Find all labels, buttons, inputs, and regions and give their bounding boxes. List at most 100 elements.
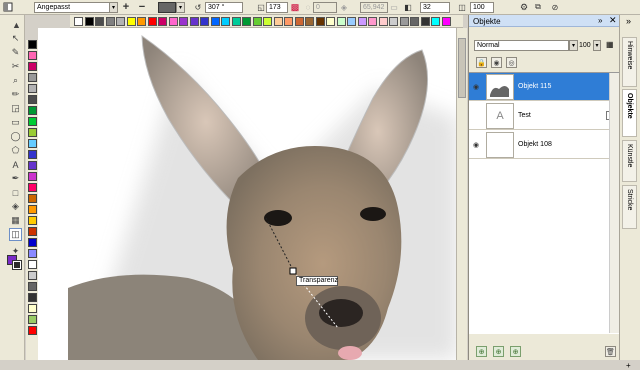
palette-swatch[interactable] bbox=[74, 17, 83, 26]
palette-swatch[interactable] bbox=[410, 17, 419, 26]
freehand-tool-icon[interactable]: ✏ bbox=[9, 88, 22, 101]
vpalette-swatch[interactable] bbox=[28, 293, 37, 302]
opacity-value[interactable]: 100 bbox=[579, 42, 591, 49]
tab-kuenstle[interactable]: Künstle bbox=[622, 140, 637, 182]
eye-icon[interactable]: ◉ bbox=[473, 83, 479, 91]
opacity-dropdown[interactable]: ▾ bbox=[593, 40, 601, 51]
edge-pad-field[interactable]: 173 bbox=[266, 2, 288, 13]
polygon-tool-icon[interactable]: ⬠ bbox=[9, 144, 22, 157]
vpalette-swatch[interactable] bbox=[28, 139, 37, 148]
tab-objekte[interactable]: Objekte bbox=[622, 89, 637, 137]
zoom-tool-icon[interactable]: ⌕ bbox=[9, 74, 22, 87]
opacity-field[interactable]: 100 bbox=[470, 2, 494, 13]
vpalette-swatch[interactable] bbox=[28, 304, 37, 313]
vpalette-swatch[interactable] bbox=[28, 249, 37, 258]
ellipse-tool-icon[interactable]: ◯ bbox=[9, 130, 22, 143]
palette-swatch[interactable] bbox=[95, 17, 104, 26]
vpalette-swatch[interactable] bbox=[28, 216, 37, 225]
layer-row[interactable]: ◉ Objekt 115 bbox=[469, 73, 620, 101]
vpalette-swatch[interactable] bbox=[28, 227, 37, 236]
vpalette-swatch[interactable] bbox=[28, 117, 37, 126]
mask-icon[interactable]: ◎ bbox=[506, 57, 517, 68]
color-dropdown[interactable]: ▾ bbox=[176, 2, 185, 13]
palette-swatch[interactable] bbox=[200, 17, 209, 26]
palette-swatch[interactable] bbox=[431, 17, 440, 26]
palette-swatch[interactable] bbox=[147, 17, 157, 26]
steps-field[interactable]: 32 bbox=[420, 2, 450, 13]
vpalette-swatch[interactable] bbox=[28, 150, 37, 159]
palette-swatch[interactable] bbox=[116, 17, 125, 26]
vpalette-swatch[interactable] bbox=[28, 40, 37, 49]
palette-swatch[interactable] bbox=[273, 17, 283, 26]
layer-row[interactable]: A Test bbox=[469, 102, 620, 130]
drawing-canvas[interactable]: Transparenz bbox=[38, 28, 456, 360]
clear-icon[interactable]: ⊘ bbox=[549, 1, 561, 13]
palette-swatch[interactable] bbox=[252, 17, 262, 26]
tab-stricke[interactable]: Stricke bbox=[622, 185, 637, 229]
preset-dropdown[interactable]: ▾ bbox=[109, 2, 118, 13]
palette-swatch[interactable] bbox=[378, 17, 388, 26]
palette-swatch[interactable] bbox=[158, 17, 167, 26]
vpalette-swatch[interactable] bbox=[28, 106, 37, 115]
preset-select[interactable]: Angepasst bbox=[34, 2, 110, 13]
transparency-tool-icon[interactable] bbox=[2, 1, 14, 13]
vpalette-swatch[interactable] bbox=[28, 172, 37, 181]
pick-tool-icon[interactable]: ↖ bbox=[9, 32, 22, 45]
scroll-thumb[interactable] bbox=[458, 38, 466, 98]
rectangle-tool-icon[interactable]: ▭ bbox=[9, 116, 22, 129]
transparency-tool-button[interactable]: ◫ bbox=[9, 228, 22, 241]
docker-expand-icon[interactable]: » bbox=[626, 16, 631, 26]
smart-fill-icon[interactable]: ◲ bbox=[9, 102, 22, 115]
layer-scrollbar[interactable] bbox=[609, 73, 619, 333]
layer-row[interactable]: ◉ Objekt 108 bbox=[469, 131, 620, 159]
palette-swatch[interactable] bbox=[420, 17, 430, 26]
palette-swatch[interactable] bbox=[189, 17, 199, 26]
blend-mode-dropdown[interactable]: ▾ bbox=[569, 40, 578, 51]
palette-swatch[interactable] bbox=[347, 17, 356, 26]
docker-add-icon[interactable]: + bbox=[626, 361, 631, 370]
lock-icon[interactable]: 🔒 bbox=[476, 57, 487, 68]
vpalette-swatch[interactable] bbox=[28, 271, 37, 280]
palette-swatch[interactable] bbox=[126, 17, 136, 26]
pink-swatch-icon[interactable]: ▩ bbox=[289, 1, 301, 13]
palette-swatch[interactable] bbox=[357, 17, 367, 26]
vpalette-swatch[interactable] bbox=[28, 161, 37, 170]
eyedropper-tool-icon[interactable]: ✒ bbox=[9, 172, 22, 185]
vpalette-swatch[interactable] bbox=[28, 205, 37, 214]
palette-swatch[interactable] bbox=[105, 17, 115, 26]
interactive-fill-icon[interactable]: ▦ bbox=[9, 214, 22, 227]
palette-swatch[interactable] bbox=[210, 17, 220, 26]
palette-swatch[interactable] bbox=[168, 17, 178, 26]
tab-hinweise[interactable]: Hinweise bbox=[622, 37, 637, 87]
remove-preset-button[interactable]: − bbox=[136, 1, 148, 13]
eye-icon[interactable]: ◉ bbox=[473, 141, 479, 149]
vpalette-swatch[interactable] bbox=[28, 51, 37, 60]
panel-close-icon[interactable]: ✕ bbox=[609, 15, 617, 26]
scroll-up-icon[interactable]: ▲ bbox=[10, 18, 23, 31]
palette-swatch[interactable] bbox=[441, 17, 451, 26]
palette-swatch[interactable] bbox=[294, 17, 304, 26]
transparency-handle[interactable] bbox=[289, 267, 297, 275]
link-icon[interactable]: ◉ bbox=[491, 57, 502, 68]
vpalette-swatch[interactable] bbox=[28, 62, 37, 71]
new-layer-icon[interactable]: ⊕ bbox=[476, 346, 487, 357]
palette-swatch[interactable] bbox=[84, 17, 94, 26]
delete-icon[interactable]: 🗑 bbox=[605, 346, 616, 357]
palette-swatch[interactable] bbox=[263, 17, 272, 26]
text-tool-icon[interactable]: A bbox=[9, 158, 22, 171]
palette-swatch[interactable] bbox=[284, 17, 293, 26]
vpalette-swatch[interactable] bbox=[28, 326, 37, 335]
lock-transparency-icon[interactable]: ▦ bbox=[606, 40, 614, 49]
palette-swatch[interactable] bbox=[137, 17, 146, 26]
vpalette-swatch[interactable] bbox=[28, 282, 37, 291]
palette-swatch[interactable] bbox=[231, 17, 241, 26]
vpalette-swatch[interactable] bbox=[28, 315, 37, 324]
vpalette-swatch[interactable] bbox=[28, 84, 37, 93]
palette-swatch[interactable] bbox=[336, 17, 346, 26]
palette-swatch[interactable] bbox=[305, 17, 314, 26]
color-swatch[interactable] bbox=[158, 2, 176, 13]
blend-mode-select[interactable]: Normal bbox=[474, 40, 569, 51]
fill-tool-icon[interactable]: ◈ bbox=[9, 200, 22, 213]
palette-swatch[interactable] bbox=[242, 17, 251, 26]
palette-swatch[interactable] bbox=[399, 17, 409, 26]
